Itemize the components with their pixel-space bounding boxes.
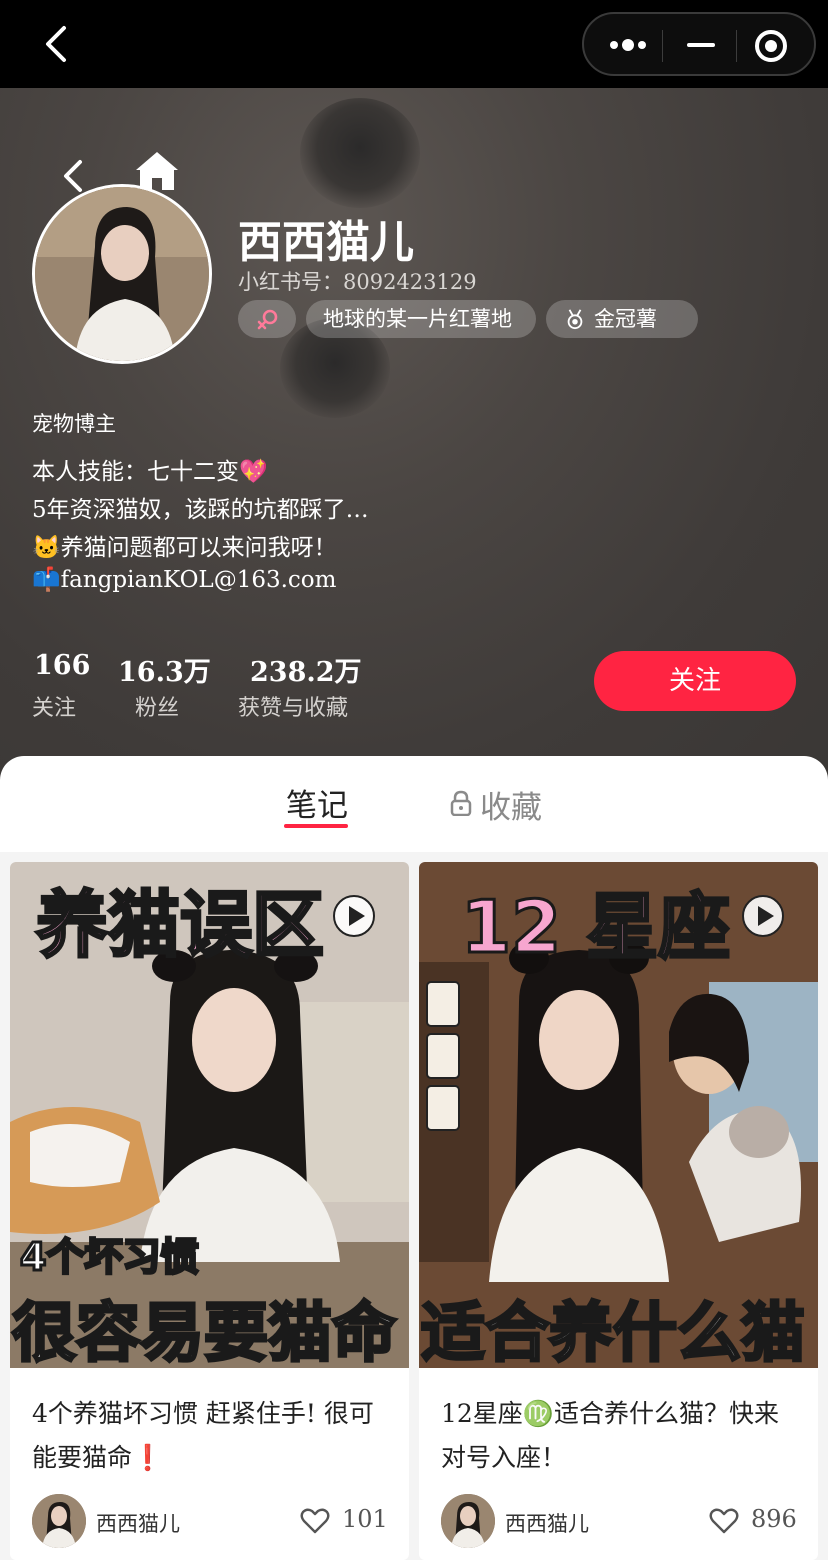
cover-headline: 12 星座 xyxy=(459,884,731,971)
note-card[interactable]: 养猫误区 4个坏习惯 很容易要猫命 4个养猫坏习惯 赶紧住手! 很可能要猫命❗ … xyxy=(10,862,409,1560)
cover-bottom-line: 很容易要猫命 xyxy=(11,1296,398,1369)
following-count[interactable]: 166 xyxy=(34,650,90,681)
note-title[interactable]: 12星座♍适合养什么猫？快来对号入座！ xyxy=(441,1392,801,1480)
minimize-icon[interactable] xyxy=(684,32,718,58)
active-tab-indicator xyxy=(284,824,348,828)
cover-headline: 养猫误区 xyxy=(34,882,325,969)
back-arrow-icon[interactable] xyxy=(60,158,86,194)
bio-line: 📫fangpianKOL@163.com xyxy=(32,567,337,593)
profile-header: 西西猫儿 小红书号：8092423129 地球的某一片红薯地 金冠薯 宠物博主 … xyxy=(0,88,828,788)
follow-button[interactable]: 关注 xyxy=(594,651,796,711)
top-bar xyxy=(0,0,828,88)
fans-count[interactable]: 16.3万 xyxy=(118,650,211,689)
lock-icon xyxy=(450,790,472,816)
gender-tag xyxy=(238,300,296,338)
background-cat-eye xyxy=(300,98,420,208)
likes-count[interactable]: 238.2万 xyxy=(250,650,362,689)
bio-line: 🐱养猫问题都可以来问我呀！ xyxy=(32,535,337,561)
like-count: 896 xyxy=(751,1505,797,1533)
author-avatar[interactable] xyxy=(441,1494,495,1548)
female-icon xyxy=(257,309,278,330)
bio-line: 本人技能：七十二变💖 xyxy=(32,459,268,485)
heart-icon[interactable] xyxy=(709,1507,739,1535)
category-label: 宠物博主 xyxy=(32,412,116,436)
nickname: 西西猫儿 xyxy=(238,217,414,268)
fans-label[interactable]: 粉丝 xyxy=(135,690,179,722)
author-avatar[interactable] xyxy=(32,1494,86,1548)
note-title[interactable]: 4个养猫坏习惯 赶紧住手! 很可能要猫命❗ xyxy=(32,1392,392,1480)
likes-label[interactable]: 获赞与收藏 xyxy=(238,690,348,722)
cover-subline: 4个坏习惯 xyxy=(18,1234,199,1281)
close-circle-icon[interactable] xyxy=(752,28,790,64)
tab-notes[interactable]: 笔记 xyxy=(286,780,348,825)
location-tag: 地球的某一片红薯地 xyxy=(306,300,536,338)
note-cover[interactable]: 养猫误区 4个坏习惯 很容易要猫命 xyxy=(10,862,409,1368)
mini-program-capsule xyxy=(582,12,816,76)
back-arrow-icon[interactable] xyxy=(38,22,78,66)
author-name[interactable]: 西西猫儿 xyxy=(505,1508,589,1538)
cover-bottom-line: 适合养什么猫 xyxy=(420,1296,807,1369)
like-count: 101 xyxy=(342,1505,388,1533)
heart-icon[interactable] xyxy=(300,1507,330,1535)
note-cover[interactable]: 12 星座 适合养什么猫 xyxy=(419,862,818,1368)
avatar[interactable] xyxy=(32,184,212,364)
medal-icon xyxy=(567,309,583,330)
author-name[interactable]: 西西猫儿 xyxy=(96,1508,180,1538)
redbook-id: 小红书号：8092423129 xyxy=(238,270,477,294)
capsule-divider xyxy=(736,30,737,62)
following-label[interactable]: 关注 xyxy=(32,690,76,722)
level-tag: 金冠薯 xyxy=(546,300,698,338)
play-icon xyxy=(333,895,375,937)
play-icon xyxy=(742,895,784,937)
capsule-divider xyxy=(662,30,663,62)
note-card[interactable]: 12 星座 适合养什么猫 12星座♍适合养什么猫？快来对号入座！ 西西猫儿 89… xyxy=(419,862,818,1560)
bio-line: 5年资深猫奴，该踩的坑都踩了… xyxy=(32,497,369,523)
more-icon[interactable] xyxy=(606,32,650,58)
tab-favorites[interactable]: 收藏 xyxy=(480,782,542,827)
level-label: 金冠薯 xyxy=(594,307,657,331)
